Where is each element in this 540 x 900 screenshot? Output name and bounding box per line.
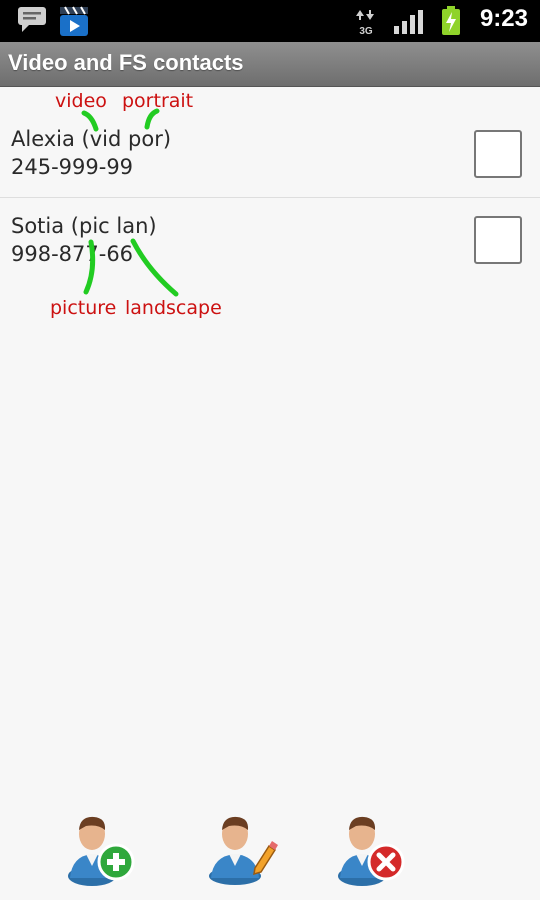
edit-contact-icon	[209, 816, 278, 885]
clock: 9:23	[479, 5, 528, 32]
delete-contact-icon	[338, 816, 405, 886]
contact-checkbox[interactable]	[474, 216, 522, 264]
svg-text:3G: 3G	[359, 26, 373, 36]
contact-name: Alexia (vid por)	[11, 127, 172, 151]
contact-name: Sotia (pic lan)	[11, 214, 157, 238]
annotation-landscape: landscape	[125, 297, 222, 319]
contact-checkbox[interactable]	[474, 130, 522, 178]
contact-phone: 245-999-99	[11, 155, 134, 179]
annotation-video: video	[55, 90, 107, 112]
edit-contact-button[interactable]	[205, 812, 279, 886]
delete-contact-button[interactable]	[334, 812, 408, 886]
status-bar: 3G 9:23	[0, 0, 540, 42]
add-contact-button[interactable]	[64, 812, 138, 886]
contact-phone: 998-877-66	[11, 242, 134, 266]
list-item[interactable]: Sotia (pic lan) 998-877-66	[0, 198, 540, 308]
page-title: Video and FS contacts	[8, 50, 244, 75]
annotation-portrait: portrait	[122, 90, 194, 112]
signal-bars-icon	[394, 10, 423, 34]
title-bar: Video and FS contacts	[0, 42, 540, 87]
3g-signal-icon: 3G	[356, 10, 374, 36]
video-app-icon	[60, 6, 88, 36]
annotation-picture: picture	[50, 297, 117, 319]
message-icon	[18, 7, 46, 32]
add-contact-icon	[68, 816, 135, 886]
battery-charging-icon	[442, 6, 460, 35]
